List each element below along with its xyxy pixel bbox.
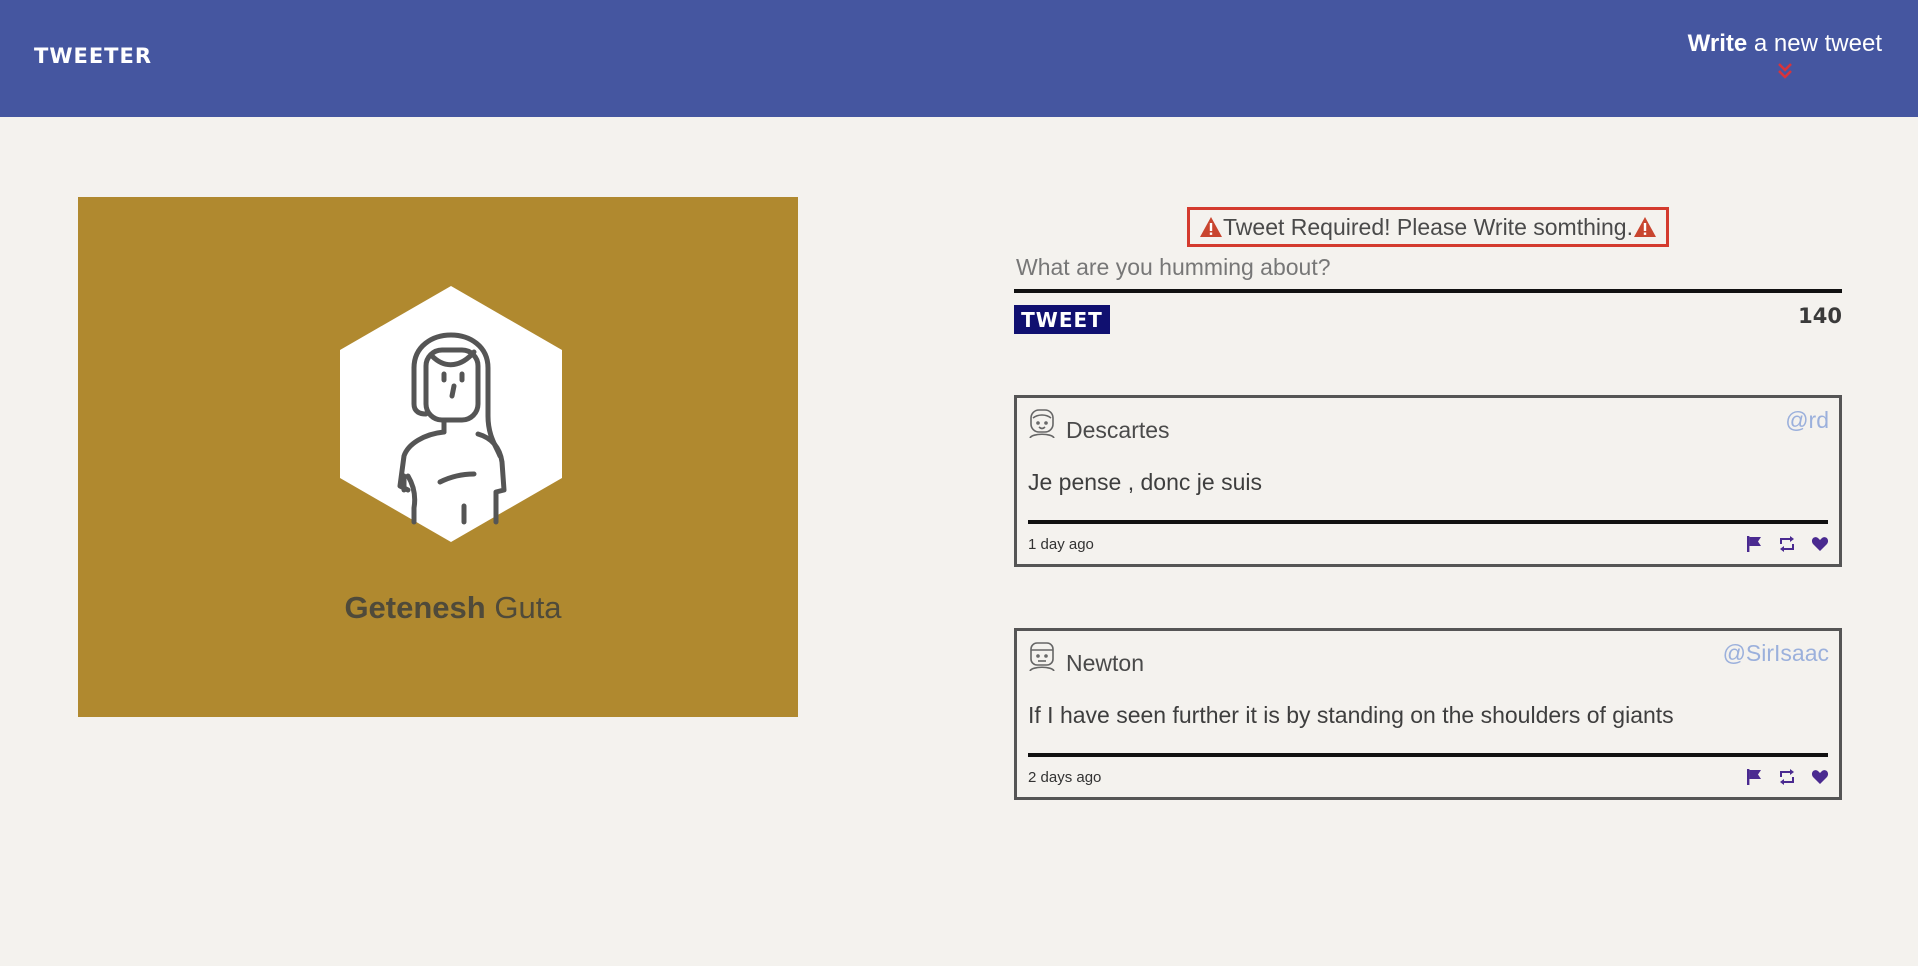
tweet-author: Descartes [1066, 417, 1170, 443]
top-navbar: TWEETER Write a new tweet [0, 0, 1918, 117]
retweet-icon[interactable] [1778, 535, 1796, 553]
tweet-input[interactable] [1014, 245, 1842, 289]
warning-icon [1200, 217, 1223, 237]
tweet-card: Descartes @rd Je pense , donc je suis 1 … [1014, 395, 1842, 567]
heart-icon[interactable] [1811, 535, 1829, 553]
tweet-actions [1745, 768, 1829, 786]
tweet-card: Newton @SirIsaac If I have seen further … [1014, 628, 1842, 800]
compose-label-bold: Write [1687, 30, 1748, 57]
double-chevron-down-icon[interactable] [1776, 62, 1794, 80]
tweet-author: Newton [1066, 650, 1144, 676]
tweet-handle[interactable]: @SirIsaac [1723, 640, 1829, 667]
avatar-icon [1029, 409, 1055, 438]
tweet-content: If I have seen further it is by standing… [1028, 702, 1674, 728]
warning-icon [1633, 217, 1656, 237]
profile-avatar-icon [340, 286, 562, 542]
tweet-divider [1028, 753, 1828, 757]
flag-icon[interactable] [1745, 535, 1763, 553]
tweet-divider [1028, 520, 1828, 524]
tweet-timestamp: 1 day ago [1028, 536, 1094, 553]
profile-card: Getenesh Guta [78, 197, 798, 717]
tweet-content: Je pense , donc je suis [1028, 469, 1262, 495]
char-counter: 140 [1798, 304, 1842, 328]
error-message: Tweet Required! Please Write somthing. [1187, 207, 1669, 247]
tweet-button[interactable]: TWEET [1014, 305, 1110, 334]
retweet-icon[interactable] [1778, 768, 1796, 786]
tweet-timestamp: 2 days ago [1028, 769, 1102, 786]
profile-last-name: Guta [494, 590, 562, 625]
heart-icon[interactable] [1811, 768, 1829, 786]
profile-name: Getenesh Guta [78, 590, 828, 626]
tweet-actions [1745, 535, 1829, 553]
write-new-tweet-toggle[interactable]: Write a new tweet [1688, 30, 1882, 80]
error-text: Tweet Required! Please Write somthing. [1223, 213, 1633, 240]
tweet-handle[interactable]: @rd [1785, 407, 1829, 434]
compose-label: a new tweet [1747, 30, 1882, 57]
input-underline [1014, 289, 1842, 293]
flag-icon[interactable] [1745, 768, 1763, 786]
avatar-icon [1029, 642, 1055, 671]
app-logo[interactable]: TWEETER [34, 44, 152, 68]
profile-first-name: Getenesh [344, 590, 486, 625]
